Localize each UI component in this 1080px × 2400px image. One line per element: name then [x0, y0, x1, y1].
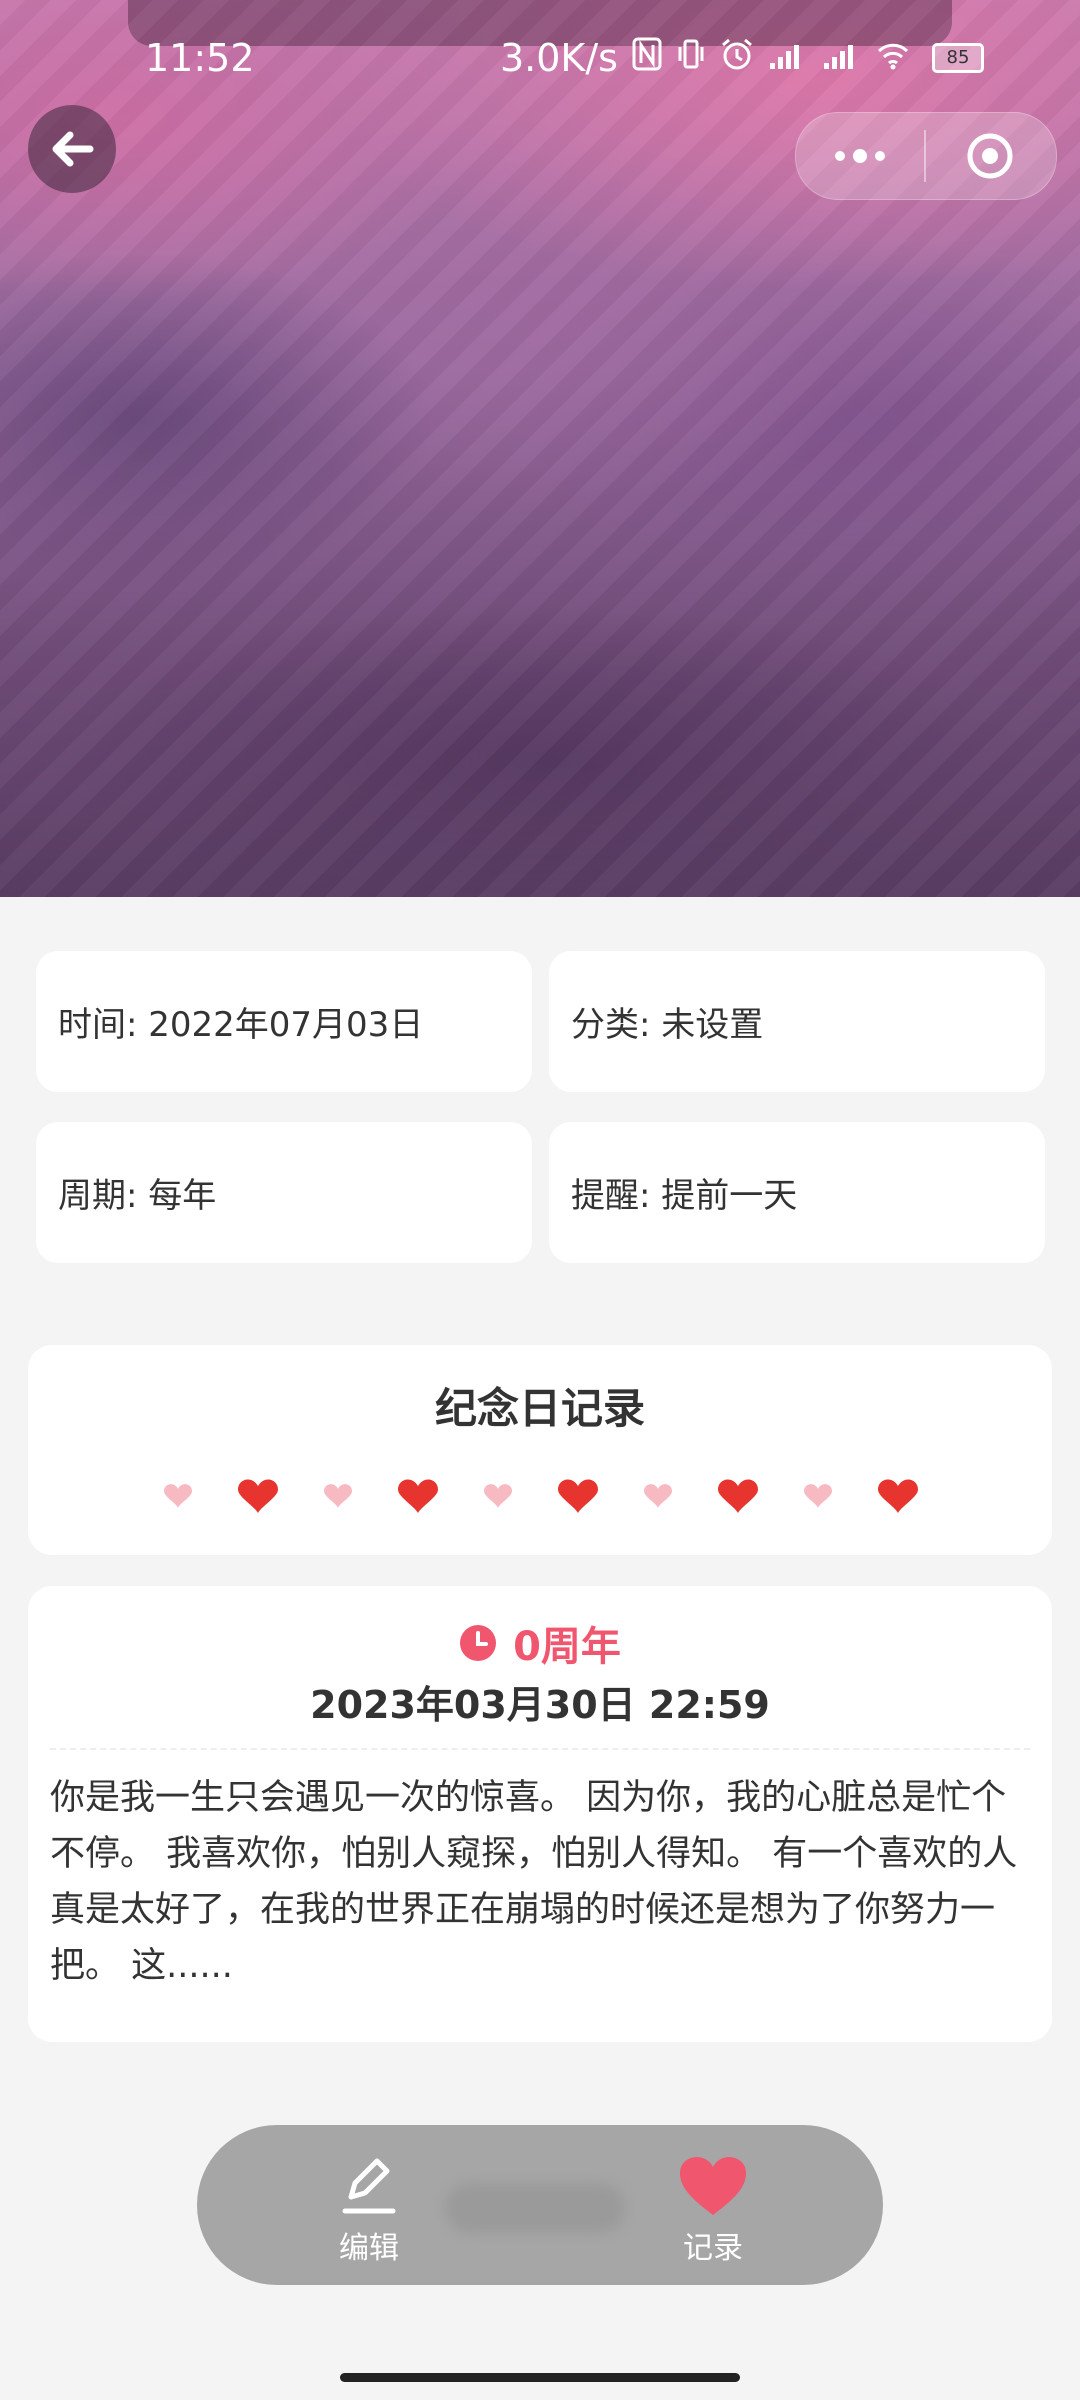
heart-red-icon [398, 1479, 438, 1513]
status-bar: 11:52 3.0K/s 85 [0, 36, 1080, 86]
record-content: 你是我一生只会遇见一次的惊喜。 因为你，我的心脏总是忙个不停。 我喜欢你，怕别人… [50, 1778, 1018, 1986]
heart-icon [680, 2157, 746, 2215]
back-arrow-icon [52, 131, 94, 167]
info-reminder: 提醒: 提前一天 [571, 1176, 798, 1216]
alarm-icon [720, 36, 754, 80]
heart-light-icon [484, 1484, 512, 1508]
edit-button[interactable]: 编辑 [294, 2147, 444, 2267]
hearts-row [164, 1479, 918, 1513]
battery-indicator: 85 [931, 43, 984, 73]
wifi-icon [876, 36, 910, 80]
edit-label: 编辑 [339, 2231, 399, 2266]
heart-light-icon [164, 1484, 192, 1508]
home-indicator [340, 2373, 740, 2382]
nfc-icon [632, 36, 662, 80]
dashed-divider [50, 1748, 1030, 1750]
close-mini-program-button[interactable] [926, 113, 1054, 199]
target-circle-icon [967, 133, 1013, 179]
anniversary-count: 0周年 [513, 1624, 621, 1670]
heart-light-icon [324, 1484, 352, 1508]
mini-program-capsule [795, 112, 1057, 200]
bottom-action-bar: 编辑 记录 [197, 2125, 883, 2285]
info-category: 分类: 未设置 [571, 1005, 764, 1045]
records-title: 纪念日记录 [434, 1384, 645, 1433]
record-button[interactable]: 记录 [638, 2147, 788, 2267]
heart-red-icon [878, 1479, 918, 1513]
status-time: 11:52 [145, 36, 255, 80]
clock-icon [460, 1625, 497, 1661]
back-button[interactable] [28, 105, 116, 193]
signal-icon-1 [768, 36, 808, 80]
signal-icon-2 [822, 36, 862, 80]
info-reminder-card[interactable]: 提醒: 提前一天 [549, 1122, 1045, 1263]
network-speed: 3.0K/s [500, 36, 618, 80]
blurred-element [445, 2183, 625, 2233]
info-cycle: 周期: 每年 [58, 1176, 217, 1216]
more-dots-icon [835, 149, 885, 163]
record-label: 记录 [683, 2231, 743, 2266]
heart-light-icon [804, 1484, 832, 1508]
info-cycle-card[interactable]: 周期: 每年 [36, 1122, 532, 1263]
record-datetime: 2023年03月30日 22:59 [310, 1683, 770, 1727]
more-button[interactable] [796, 113, 924, 199]
record-entry-card[interactable]: 0周年 2023年03月30日 22:59 你是我一生只会遇见一次的惊喜。 因为… [28, 1586, 1052, 2042]
pencil-icon [342, 2158, 396, 2214]
heart-red-icon [718, 1479, 758, 1513]
heart-red-icon [558, 1479, 598, 1513]
info-time-card: 时间: 2022年07月03日 [36, 951, 532, 1092]
vibrate-icon [676, 36, 706, 80]
info-category-card[interactable]: 分类: 未设置 [549, 951, 1045, 1092]
anniversary-records-card: 纪念日记录 [28, 1345, 1052, 1555]
info-time: 时间: 2022年07月03日 [58, 1005, 424, 1045]
heart-light-icon [644, 1484, 672, 1508]
heart-red-icon [238, 1479, 278, 1513]
anniversary-heading: 0周年 [28, 1614, 1052, 1672]
